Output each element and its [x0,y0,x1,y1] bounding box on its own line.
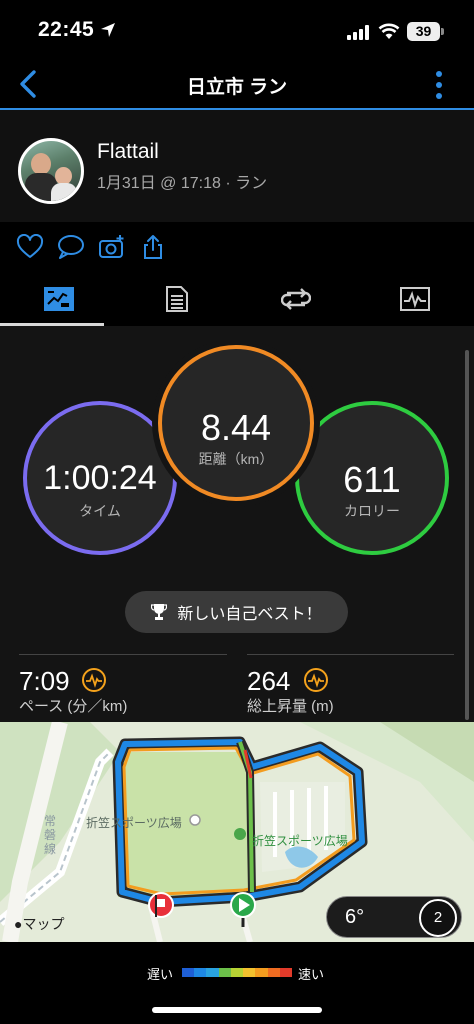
route-map[interactable]: 折笠スポーツ広場 折笠スポーツ広場 常磐線 ●マップ 6° 2 [0,722,474,942]
temperature: 6° [345,906,365,928]
elevation-label: 総上昇量 (m) [247,698,334,715]
time-ring: 1:00:24 タイム [23,401,177,555]
legend-swatch-0 [182,968,195,977]
comment-icon[interactable] [57,234,85,260]
action-row [0,222,474,272]
time-label: タイム [79,503,121,519]
tab-charts[interactable] [356,272,474,326]
legend-swatch-8 [279,968,292,977]
tab-stats[interactable] [0,272,118,326]
calories-label: カロリー [344,503,400,519]
details-tab-icon [166,286,188,312]
like-icon[interactable] [16,234,44,260]
distance-ring: 8.44 距離（km） [158,345,314,501]
legend-swatch-2 [206,968,219,977]
more-options-icon[interactable] [428,68,450,102]
legend-swatch-5 [243,968,256,977]
personal-record-text: 新しい自己ベスト！ [177,606,322,623]
maps-credit-text: マップ [22,916,65,932]
home-indicator[interactable] [152,1007,322,1013]
battery-tip [441,28,444,35]
activity-meta: 1月31日 @ 17:18 · ラン [97,175,268,192]
location-arrow-icon [101,23,115,37]
calories-value: 611 [343,459,401,500]
time-value: 1:00:24 [43,459,157,497]
metric-divider-left [19,654,227,655]
share-icon[interactable] [139,234,167,260]
personal-record-badge[interactable]: 新しい自己ベスト！ [125,591,348,633]
status-bar: 22:45 39 [0,0,474,60]
elevation-info-icon[interactable] [304,668,328,692]
stats-tab-icon [44,287,74,311]
wind-icon: 2 [419,899,457,937]
legend-color-bar [182,968,292,977]
distance-label: 距離（km） [198,451,274,467]
legend-slow: 遅い [147,967,174,982]
legend-fast: 速い [298,967,325,982]
map-place-label-1: 折笠スポーツ広場 [86,816,182,830]
legend-swatch-1 [194,968,207,977]
status-time: 22:45 [38,18,95,41]
metric-divider-right [247,654,454,655]
add-photo-icon[interactable] [98,234,126,260]
legend-swatch-6 [255,968,268,977]
activity-profile: Flattail 1月31日 @ 17:18 · ラン [0,110,474,222]
tab-details[interactable] [118,272,236,326]
cellular-signal-icon [347,25,369,40]
distance-value: 8.44 [200,407,272,448]
charts-tab-icon [400,287,430,311]
user-name[interactable]: Flattail [97,140,159,164]
weather-widget[interactable]: 6° 2 [326,896,462,938]
laps-tab-icon [281,288,311,310]
legend-swatch-7 [267,968,280,977]
tab-laps[interactable] [237,272,355,326]
pace-value: 7:09 [19,666,70,696]
pace-label: ペース (分／km) [19,698,128,715]
wind-speed: 2 [433,909,443,926]
nav-header: 日立市 ラン [0,60,474,110]
wifi-icon [378,23,400,39]
page-title: 日立市 ラン [186,77,288,98]
legend-swatch-4 [230,968,244,977]
pace-info-icon[interactable] [82,668,106,692]
avatar[interactable] [18,138,84,204]
maps-credit: ●マップ [14,914,64,934]
battery-indicator: 39 [407,22,440,41]
railway-label: 常磐線 [44,814,57,856]
map-place-label-2: 折笠スポーツ広場 [252,834,348,848]
trophy-icon [151,604,168,620]
elevation-value: 264 [247,666,291,696]
tab-bar [0,272,474,326]
scrollbar[interactable] [465,350,469,720]
legend-swatch-3 [218,968,231,977]
calories-ring: 611 カロリー [295,401,449,555]
